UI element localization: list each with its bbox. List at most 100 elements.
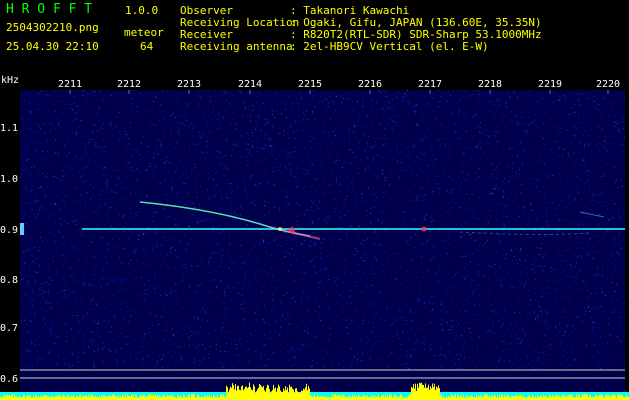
meteor-count: 64	[140, 40, 154, 53]
level-bar	[49, 396, 50, 400]
level-bar	[8, 395, 9, 400]
level-bar	[295, 388, 296, 400]
level-bar	[425, 383, 426, 400]
level-bar	[564, 395, 565, 400]
level-bar	[309, 388, 310, 400]
level-bar	[271, 391, 272, 400]
level-bar	[471, 395, 472, 400]
level-bar	[107, 396, 108, 400]
level-bar	[455, 394, 456, 400]
level-bar	[585, 394, 586, 400]
level-bar	[381, 395, 382, 400]
level-bar	[322, 396, 323, 400]
echo-hotspot	[278, 227, 282, 231]
level-bar	[509, 395, 510, 400]
level-bar	[106, 396, 107, 400]
level-bar	[533, 396, 534, 400]
level-bar	[36, 395, 37, 400]
level-bar	[173, 396, 174, 400]
level-bar	[113, 394, 114, 400]
level-bar	[172, 395, 173, 400]
level-bar	[540, 395, 541, 400]
level-bar	[599, 394, 600, 400]
level-bar	[67, 394, 68, 400]
level-bar	[199, 396, 200, 400]
level-bar	[511, 396, 512, 400]
level-bar	[492, 395, 493, 400]
level-bar	[494, 394, 495, 400]
level-bar	[275, 387, 276, 400]
level-bar	[288, 392, 289, 400]
level-bar	[335, 394, 336, 400]
level-bar	[395, 395, 396, 400]
level-bar	[118, 395, 119, 400]
level-bar	[372, 396, 373, 400]
x-tick-2215: 2215	[297, 79, 323, 90]
level-bar	[233, 385, 234, 400]
level-bar	[362, 396, 363, 400]
level-bar	[409, 394, 410, 400]
level-bar	[411, 386, 412, 400]
level-bar	[402, 396, 403, 400]
level-bar	[16, 395, 17, 400]
level-bar	[88, 394, 89, 400]
level-bar	[302, 391, 303, 400]
level-bar	[299, 392, 300, 400]
level-bar	[211, 395, 212, 400]
level-bar	[149, 394, 150, 400]
level-bar	[242, 385, 243, 400]
level-bar	[183, 394, 184, 400]
level-bar	[270, 393, 271, 400]
level-bar	[485, 394, 486, 400]
level-bar	[557, 394, 558, 400]
meteor-label: meteor	[124, 26, 164, 39]
level-bar	[28, 395, 29, 400]
level-bar	[594, 396, 595, 400]
level-bar	[112, 394, 113, 400]
level-bar	[259, 384, 260, 400]
level-bar	[123, 396, 124, 400]
level-bar	[434, 383, 435, 400]
level-bar	[308, 386, 309, 400]
level-bar	[46, 395, 47, 400]
level-bar	[605, 395, 606, 400]
level-bar	[178, 395, 179, 400]
level-bar	[91, 394, 92, 400]
level-bar	[415, 383, 416, 400]
level-bar	[229, 389, 230, 400]
level-bar	[449, 396, 450, 400]
app-version: 1.0.0	[125, 4, 159, 17]
level-bar	[239, 389, 240, 400]
level-bar	[421, 382, 422, 400]
level-bar	[497, 394, 498, 400]
level-bar	[197, 394, 198, 400]
level-bar	[68, 394, 69, 400]
level-bar	[440, 394, 441, 400]
level-bar	[153, 394, 154, 400]
level-bar	[132, 395, 133, 400]
level-bar	[163, 394, 164, 400]
level-bar	[80, 394, 81, 400]
level-bar	[301, 390, 302, 400]
level-bar	[84, 396, 85, 400]
level-bar	[3, 395, 4, 400]
level-bar	[619, 394, 620, 400]
level-bar	[164, 394, 165, 400]
level-bar	[255, 392, 256, 400]
level-bar	[452, 395, 453, 400]
level-bar	[377, 396, 378, 400]
level-bar	[11, 394, 12, 400]
level-bar	[571, 395, 572, 400]
level-bar	[489, 396, 490, 400]
level-bar	[59, 394, 60, 400]
level-bar	[283, 388, 284, 400]
level-bar	[71, 395, 72, 400]
level-bar	[249, 382, 250, 400]
level-bar	[109, 396, 110, 400]
level-bar	[513, 396, 514, 400]
level-bar	[437, 387, 438, 400]
level-bar	[64, 396, 65, 400]
level-bar	[401, 395, 402, 400]
level-bar	[391, 395, 392, 400]
level-bar	[279, 386, 280, 400]
